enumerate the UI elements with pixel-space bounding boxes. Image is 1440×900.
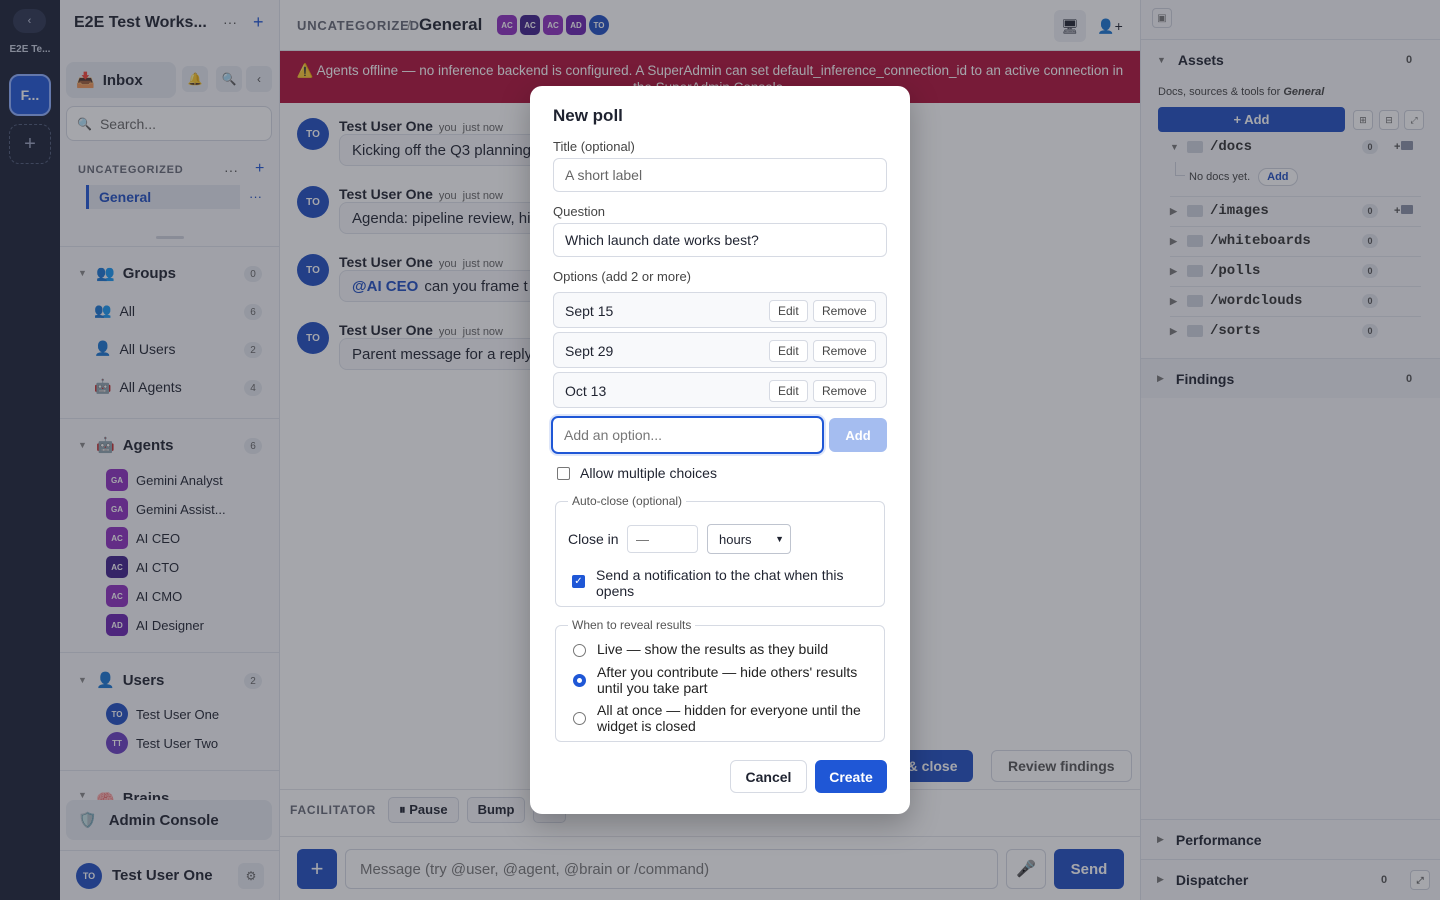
close-in-label: Close in bbox=[568, 531, 619, 547]
reveal-all-label: All at once — hidden for everyone until … bbox=[597, 702, 861, 734]
poll-option-text: Oct 13 bbox=[565, 383, 607, 399]
reveal-after-line2: until you take part bbox=[597, 680, 708, 696]
check-icon: ✓ bbox=[574, 576, 583, 587]
allow-multiple-checkbox[interactable] bbox=[557, 467, 570, 480]
reveal-live-label: Live — show the results as they build bbox=[597, 641, 828, 657]
poll-option-text: Sept 15 bbox=[565, 303, 614, 319]
notify-label-line1: Send a notification to the chat when thi… bbox=[596, 567, 844, 583]
options-label: Options (add 2 or more) bbox=[553, 269, 692, 284]
title-label: Title (optional) bbox=[553, 139, 635, 154]
notify-label-line2: opens bbox=[596, 583, 635, 599]
remove-option-button[interactable]: Remove bbox=[813, 380, 876, 402]
poll-title-input[interactable]: A short label bbox=[553, 158, 887, 192]
reveal-live-line1: Live — show the results as they build bbox=[597, 641, 829, 657]
create-button[interactable]: Create bbox=[815, 760, 887, 793]
poll-option-row: Sept 15 Edit Remove bbox=[553, 292, 887, 328]
question-label: Question bbox=[553, 204, 606, 219]
reveal-live-radio[interactable] bbox=[573, 644, 586, 657]
reveal-results-legend: When to reveal results bbox=[568, 618, 696, 632]
allow-multiple-label: Allow multiple choices bbox=[580, 465, 717, 481]
notify-label: Send a notification to the chat when thi… bbox=[596, 567, 844, 599]
poll-option-row: Oct 13 Edit Remove bbox=[553, 372, 887, 408]
close-unit-value: hours bbox=[719, 531, 752, 547]
close-in-input[interactable]: — bbox=[627, 525, 698, 553]
reveal-after-label: After you contribute — hide others' resu… bbox=[597, 664, 857, 696]
edit-option-button[interactable]: Edit bbox=[769, 380, 808, 402]
cancel-button[interactable]: Cancel bbox=[730, 760, 807, 793]
reveal-after-radio[interactable] bbox=[573, 674, 586, 687]
reveal-all-line1: All at once — hidden for everyone until … bbox=[597, 702, 861, 718]
remove-option-button[interactable]: Remove bbox=[813, 340, 876, 362]
auto-close-fieldset: Auto-close (optional) Close in — hours ▼… bbox=[555, 494, 885, 607]
remove-option-button[interactable]: Remove bbox=[813, 300, 876, 322]
notify-checkbox[interactable]: ✓ bbox=[572, 575, 585, 588]
new-poll-dialog: New poll Title (optional) A short label … bbox=[530, 86, 910, 814]
poll-question-input[interactable]: Which launch date works best? bbox=[553, 223, 887, 257]
dialog-title: New poll bbox=[553, 106, 623, 125]
reveal-all-radio[interactable] bbox=[573, 712, 586, 725]
reveal-after-line1: After you contribute — hide others' resu… bbox=[597, 664, 858, 680]
poll-option-row: Sept 29 Edit Remove bbox=[553, 332, 887, 368]
edit-option-button[interactable]: Edit bbox=[769, 340, 808, 362]
add-option-input[interactable]: Add an option... bbox=[551, 416, 824, 454]
reveal-results-fieldset: When to reveal results Live — show the r… bbox=[555, 618, 885, 742]
chevron-down-icon: ▼ bbox=[775, 534, 784, 544]
add-option-button[interactable]: Add bbox=[829, 418, 887, 452]
close-unit-select[interactable]: hours ▼ bbox=[707, 524, 791, 554]
auto-close-legend: Auto-close (optional) bbox=[568, 494, 687, 508]
poll-option-text: Sept 29 bbox=[565, 343, 614, 359]
edit-option-button[interactable]: Edit bbox=[769, 300, 808, 322]
reveal-all-line2: widget is closed bbox=[597, 718, 696, 734]
